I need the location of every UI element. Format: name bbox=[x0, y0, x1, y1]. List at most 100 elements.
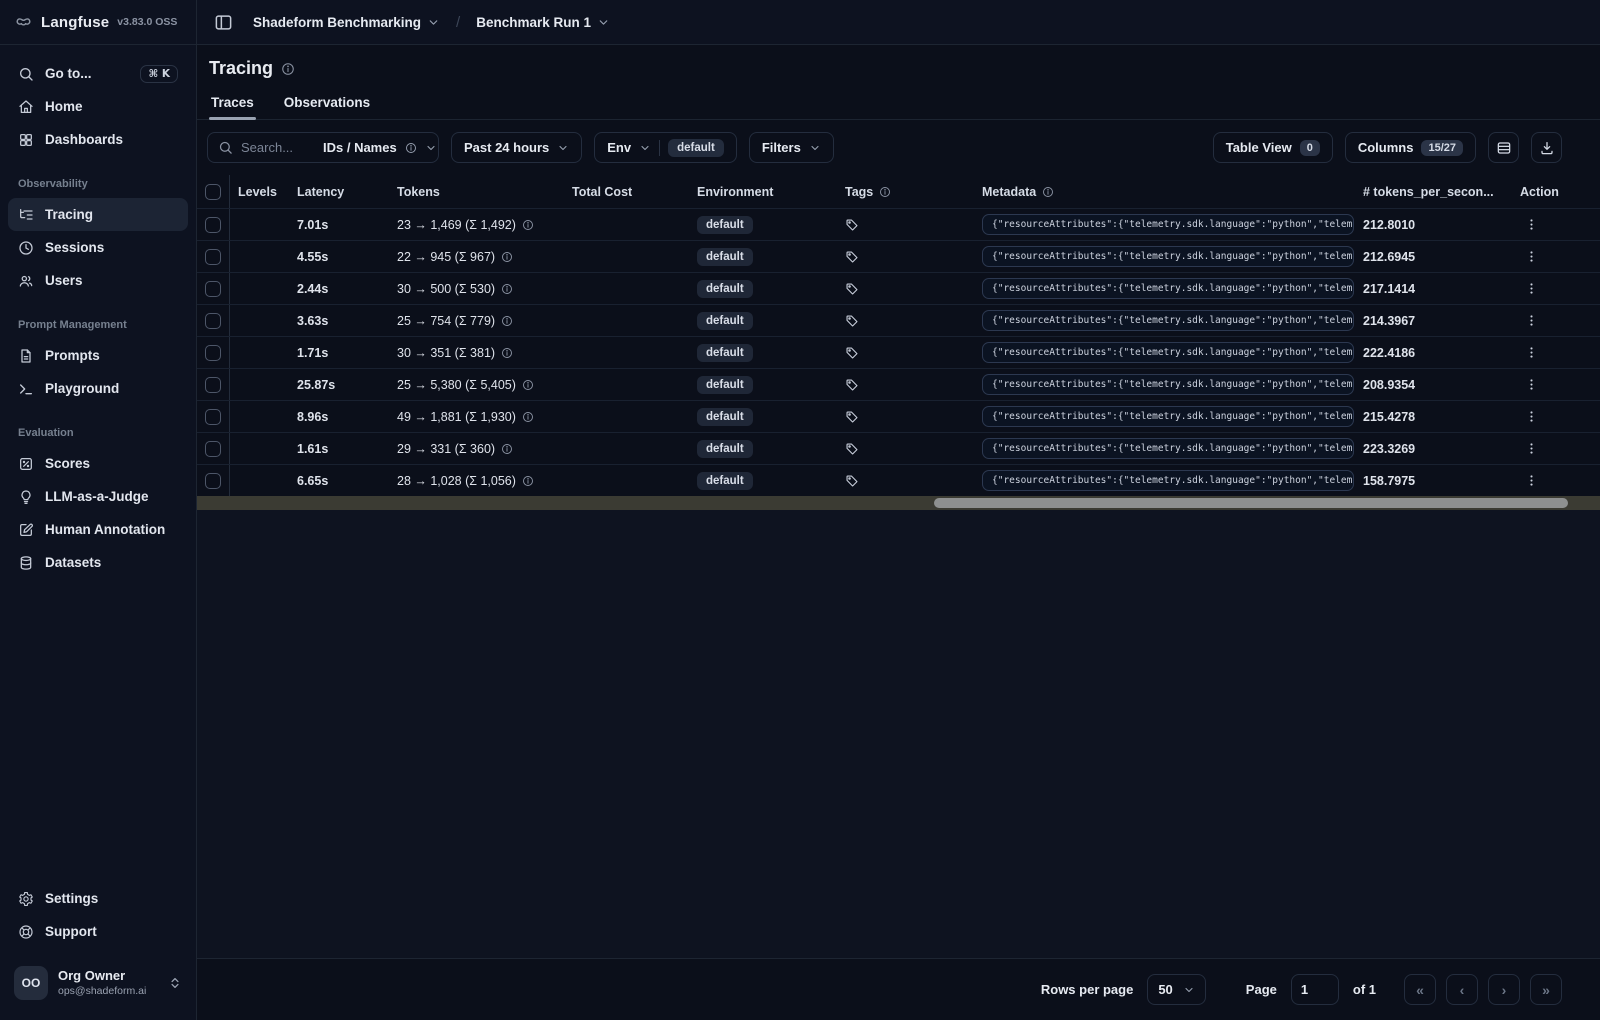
col-tokens[interactable]: Tokens bbox=[389, 185, 564, 199]
sidebar-item-home[interactable]: Home bbox=[8, 90, 188, 123]
user-menu[interactable]: OO Org Owner ops@shadeform.ai bbox=[8, 960, 188, 1006]
table-row[interactable]: 4.55s 22 → 945 (Σ 967) default {"resourc… bbox=[197, 240, 1600, 272]
sidebar-toggle-button[interactable] bbox=[209, 8, 237, 36]
info-icon[interactable] bbox=[281, 62, 295, 76]
col-tags[interactable]: Tags bbox=[837, 185, 974, 199]
table-row[interactable]: 7.01s 23 → 1,469 (Σ 1,492) default {"res… bbox=[197, 208, 1600, 240]
kebab-menu-icon[interactable] bbox=[1520, 249, 1539, 264]
kebab-menu-icon[interactable] bbox=[1520, 409, 1539, 424]
goto-search[interactable]: Go to... ⌘ K bbox=[8, 57, 188, 90]
env-filter[interactable]: Env default bbox=[594, 132, 737, 163]
info-icon[interactable] bbox=[501, 443, 513, 455]
metadata-badge[interactable]: {"resourceAttributes":{"telemetry.sdk.la… bbox=[982, 374, 1354, 395]
table-view-button[interactable]: Table View 0 bbox=[1212, 132, 1333, 163]
sidebar-item-scores[interactable]: Scores bbox=[8, 447, 188, 480]
table-row[interactable]: 1.71s 30 → 351 (Σ 381) default {"resourc… bbox=[197, 336, 1600, 368]
info-icon[interactable] bbox=[522, 379, 534, 391]
metadata-badge[interactable]: {"resourceAttributes":{"telemetry.sdk.la… bbox=[982, 278, 1354, 299]
tag-icon[interactable] bbox=[845, 218, 859, 232]
kebab-menu-icon[interactable] bbox=[1520, 217, 1539, 232]
metadata-badge[interactable]: {"resourceAttributes":{"telemetry.sdk.la… bbox=[982, 470, 1354, 491]
kebab-menu-icon[interactable] bbox=[1520, 377, 1539, 392]
table-row[interactable]: 25.87s 25 → 5,380 (Σ 5,405) default {"re… bbox=[197, 368, 1600, 400]
metadata-badge[interactable]: {"resourceAttributes":{"telemetry.sdk.la… bbox=[982, 406, 1354, 427]
sidebar-item-playground[interactable]: Playground bbox=[8, 372, 188, 405]
row-checkbox[interactable] bbox=[205, 440, 221, 457]
tag-icon[interactable] bbox=[845, 314, 859, 328]
info-icon[interactable] bbox=[522, 219, 534, 231]
tab-observations[interactable]: Observations bbox=[282, 89, 372, 119]
info-icon[interactable] bbox=[501, 347, 513, 359]
table-row[interactable]: 3.63s 25 → 754 (Σ 779) default {"resourc… bbox=[197, 304, 1600, 336]
sidebar-item-prompts[interactable]: Prompts bbox=[8, 339, 188, 372]
select-all-checkbox[interactable] bbox=[205, 183, 221, 200]
tag-icon[interactable] bbox=[845, 346, 859, 360]
sidebar-item-datasets[interactable]: Datasets bbox=[8, 546, 188, 579]
row-checkbox[interactable] bbox=[205, 280, 221, 297]
next-page-button[interactable]: › bbox=[1488, 974, 1520, 1005]
col-latency[interactable]: Latency bbox=[289, 185, 389, 199]
row-checkbox[interactable] bbox=[205, 248, 221, 265]
search-bar[interactable]: IDs / Names bbox=[207, 132, 439, 163]
sidebar-item-human-annotation[interactable]: Human Annotation bbox=[8, 513, 188, 546]
page-number-input[interactable] bbox=[1290, 974, 1339, 1005]
metadata-badge[interactable]: {"resourceAttributes":{"telemetry.sdk.la… bbox=[982, 310, 1354, 331]
col-environment[interactable]: Environment bbox=[689, 185, 837, 199]
project-switcher[interactable]: Benchmark Run 1 bbox=[470, 11, 616, 34]
row-checkbox[interactable] bbox=[205, 312, 221, 329]
sidebar-item-llm-as-a-judge[interactable]: LLM-as-a-Judge bbox=[8, 480, 188, 513]
info-icon[interactable] bbox=[501, 251, 513, 263]
horizontal-scrollbar[interactable] bbox=[197, 496, 1600, 510]
info-icon[interactable] bbox=[501, 283, 513, 295]
tag-icon[interactable] bbox=[845, 442, 859, 456]
row-height-button[interactable] bbox=[1488, 132, 1519, 163]
kebab-menu-icon[interactable] bbox=[1520, 473, 1539, 488]
col-metadata[interactable]: Metadata bbox=[974, 185, 1355, 199]
sidebar-item-users[interactable]: Users bbox=[8, 264, 188, 297]
kebab-menu-icon[interactable] bbox=[1520, 281, 1539, 296]
filters-button[interactable]: Filters bbox=[748, 132, 834, 163]
row-checkbox[interactable] bbox=[205, 376, 221, 393]
kebab-menu-icon[interactable] bbox=[1520, 441, 1539, 456]
table-row[interactable]: 1.61s 29 → 331 (Σ 360) default {"resourc… bbox=[197, 432, 1600, 464]
tag-icon[interactable] bbox=[845, 474, 859, 488]
table-row[interactable]: 6.65s 28 → 1,028 (Σ 1,056) default {"res… bbox=[197, 464, 1600, 496]
org-switcher[interactable]: Shadeform Benchmarking bbox=[247, 11, 446, 34]
col-levels[interactable]: Levels bbox=[230, 185, 289, 199]
tag-icon[interactable] bbox=[845, 410, 859, 424]
metadata-badge[interactable]: {"resourceAttributes":{"telemetry.sdk.la… bbox=[982, 246, 1354, 267]
metadata-badge[interactable]: {"resourceAttributes":{"telemetry.sdk.la… bbox=[982, 342, 1354, 363]
last-page-button[interactable]: » bbox=[1530, 974, 1562, 1005]
info-icon[interactable] bbox=[522, 411, 534, 423]
sidebar-item-settings[interactable]: Settings bbox=[8, 882, 188, 915]
row-checkbox[interactable] bbox=[205, 408, 221, 425]
tab-traces[interactable]: Traces bbox=[209, 89, 256, 120]
info-icon[interactable] bbox=[501, 315, 513, 327]
columns-button[interactable]: Columns 15/27 bbox=[1344, 132, 1476, 163]
time-range-filter[interactable]: Past 24 hours bbox=[451, 132, 583, 163]
metadata-badge[interactable]: {"resourceAttributes":{"telemetry.sdk.la… bbox=[982, 438, 1354, 459]
col-tokens-per-second[interactable]: # tokens_per_secon... bbox=[1355, 185, 1512, 199]
row-checkbox[interactable] bbox=[205, 344, 221, 361]
search-input[interactable] bbox=[241, 140, 315, 155]
info-icon[interactable] bbox=[522, 475, 534, 487]
rows-per-page-select[interactable]: 50 bbox=[1147, 974, 1206, 1005]
tag-icon[interactable] bbox=[845, 250, 859, 264]
kebab-menu-icon[interactable] bbox=[1520, 345, 1539, 360]
row-checkbox[interactable] bbox=[205, 472, 221, 489]
scrollbar-thumb[interactable] bbox=[933, 498, 1568, 508]
sidebar-item-support[interactable]: Support bbox=[8, 915, 188, 948]
prev-page-button[interactable]: ‹ bbox=[1446, 974, 1478, 1005]
sidebar-item-sessions[interactable]: Sessions bbox=[8, 231, 188, 264]
kebab-menu-icon[interactable] bbox=[1520, 313, 1539, 328]
row-checkbox[interactable] bbox=[205, 216, 221, 233]
col-total-cost[interactable]: Total Cost bbox=[564, 185, 689, 199]
sidebar-item-tracing[interactable]: Tracing bbox=[8, 198, 188, 231]
tag-icon[interactable] bbox=[845, 282, 859, 296]
export-button[interactable] bbox=[1531, 132, 1562, 163]
sidebar-item-dashboards[interactable]: Dashboards bbox=[8, 123, 188, 156]
tag-icon[interactable] bbox=[845, 378, 859, 392]
table-row[interactable]: 8.96s 49 → 1,881 (Σ 1,930) default {"res… bbox=[197, 400, 1600, 432]
first-page-button[interactable]: « bbox=[1404, 974, 1436, 1005]
metadata-badge[interactable]: {"resourceAttributes":{"telemetry.sdk.la… bbox=[982, 214, 1354, 235]
